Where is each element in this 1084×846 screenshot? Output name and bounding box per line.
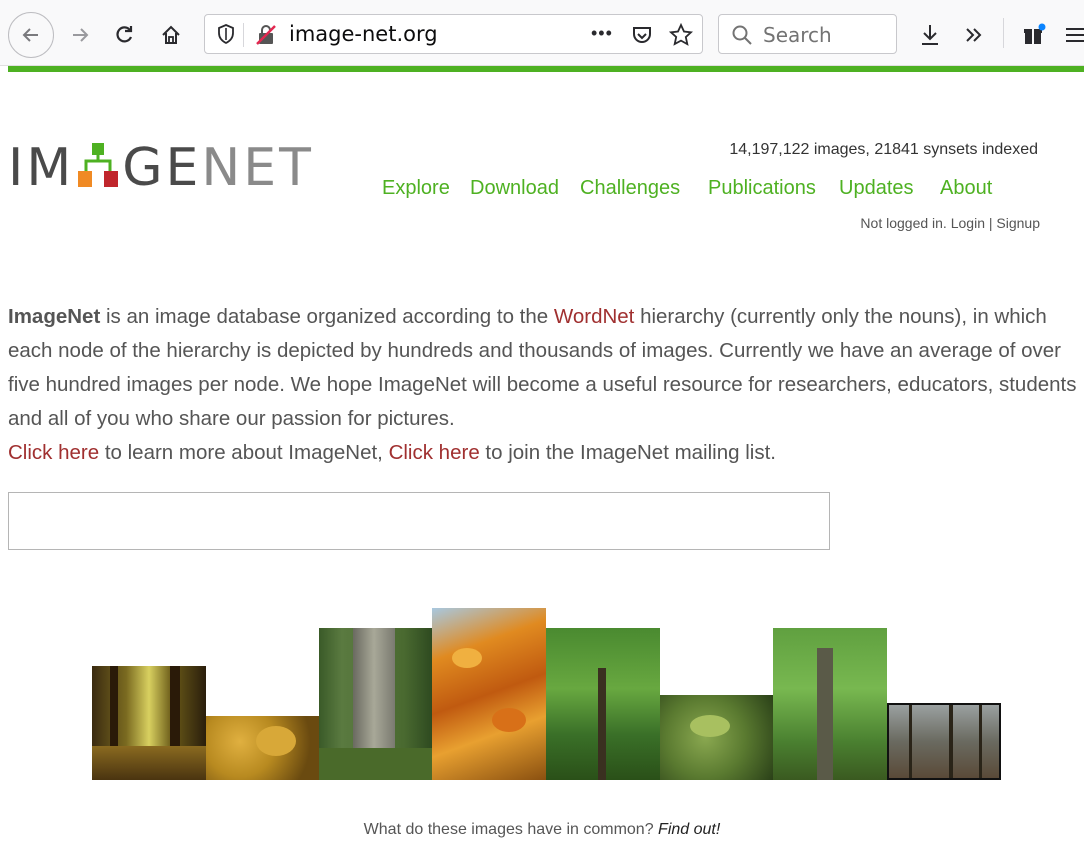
gallery-photo[interactable] bbox=[546, 628, 660, 780]
insecure-lock-icon[interactable] bbox=[255, 24, 277, 46]
search-icon bbox=[732, 25, 752, 45]
gallery-photo[interactable] bbox=[92, 666, 206, 780]
gallery-caption: What do these images have in common? Fin… bbox=[0, 821, 1084, 839]
home-icon bbox=[162, 25, 180, 44]
wordnet-link[interactable]: WordNet bbox=[554, 305, 635, 328]
intro-text-1: is an image database organized according… bbox=[100, 305, 554, 328]
url-separator bbox=[243, 23, 244, 47]
menu-button[interactable] bbox=[1062, 18, 1084, 52]
gallery-photo[interactable] bbox=[432, 608, 546, 780]
signup-link[interactable]: Signup bbox=[996, 215, 1040, 231]
page-actions-button[interactable]: ••• bbox=[591, 23, 613, 44]
learn-more-link[interactable]: Click here bbox=[8, 441, 99, 464]
intro-brand: ImageNet bbox=[8, 305, 101, 328]
intro-paragraph: ImageNet is an image database organized … bbox=[8, 300, 1078, 470]
reload-icon bbox=[116, 26, 133, 43]
logo-tree-icon bbox=[78, 143, 119, 187]
nav-challenges[interactable]: Challenges bbox=[580, 177, 680, 200]
gallery-photo[interactable] bbox=[887, 703, 1001, 780]
gallery-photo[interactable] bbox=[319, 628, 432, 780]
caption-question: What do these images have in common? bbox=[363, 821, 659, 838]
home-button[interactable] bbox=[155, 18, 187, 52]
pocket-icon[interactable] bbox=[631, 24, 653, 46]
search-placeholder: Search bbox=[763, 23, 832, 47]
reload-button[interactable] bbox=[108, 18, 140, 52]
login-status: Not logged in. Login | Signup bbox=[860, 215, 1040, 231]
logo-text-part3: NET bbox=[201, 138, 314, 198]
imagenet-logo[interactable]: IM GENET bbox=[8, 140, 314, 196]
url-text[interactable]: image-net.org bbox=[289, 22, 438, 46]
accent-bar bbox=[8, 66, 1084, 72]
nav-download[interactable]: Download bbox=[470, 177, 559, 200]
logo-text-part2: GE bbox=[122, 138, 202, 198]
hamburger-icon bbox=[1066, 28, 1084, 42]
chevron-double-right-icon bbox=[966, 28, 982, 42]
nav-about[interactable]: About bbox=[940, 177, 992, 200]
login-separator: | bbox=[984, 215, 997, 231]
download-icon bbox=[922, 25, 938, 45]
gallery-photo[interactable] bbox=[206, 716, 319, 780]
login-status-text: Not logged in. bbox=[860, 215, 951, 231]
intro-text-3: to learn more about ImageNet, bbox=[99, 441, 389, 464]
browser-toolbar: image-net.org ••• Search bbox=[0, 0, 1084, 66]
stats-text: 14,197,122 images, 21841 synsets indexed bbox=[729, 141, 1038, 158]
nav-updates[interactable]: Updates bbox=[839, 177, 914, 200]
intro-text-4: to join the ImageNet mailing list. bbox=[479, 441, 776, 464]
downloads-button[interactable] bbox=[914, 18, 946, 52]
gallery-photo[interactable] bbox=[660, 695, 773, 780]
forward-button[interactable] bbox=[64, 18, 96, 52]
whats-new-button[interactable] bbox=[1018, 18, 1050, 52]
overflow-button[interactable] bbox=[958, 18, 990, 52]
bookmark-star-icon[interactable] bbox=[669, 23, 693, 47]
login-link[interactable]: Login bbox=[951, 215, 985, 231]
find-out-link[interactable]: Find out! bbox=[658, 821, 720, 838]
arrow-left-icon bbox=[22, 28, 38, 42]
toolbar-separator bbox=[1003, 18, 1004, 48]
back-button[interactable] bbox=[8, 12, 54, 58]
mailing-list-link[interactable]: Click here bbox=[389, 441, 480, 464]
arrow-right-icon bbox=[73, 28, 89, 42]
synset-search-input[interactable] bbox=[8, 492, 830, 550]
gift-icon bbox=[1024, 23, 1046, 44]
shield-icon bbox=[218, 24, 234, 44]
nav-publications[interactable]: Publications bbox=[708, 177, 816, 200]
search-bar[interactable]: Search bbox=[718, 14, 897, 54]
gallery-photo[interactable] bbox=[773, 628, 887, 780]
url-bar[interactable]: image-net.org ••• bbox=[204, 14, 703, 54]
logo-text-part1: IM bbox=[8, 138, 75, 198]
nav-explore[interactable]: Explore bbox=[382, 177, 450, 200]
